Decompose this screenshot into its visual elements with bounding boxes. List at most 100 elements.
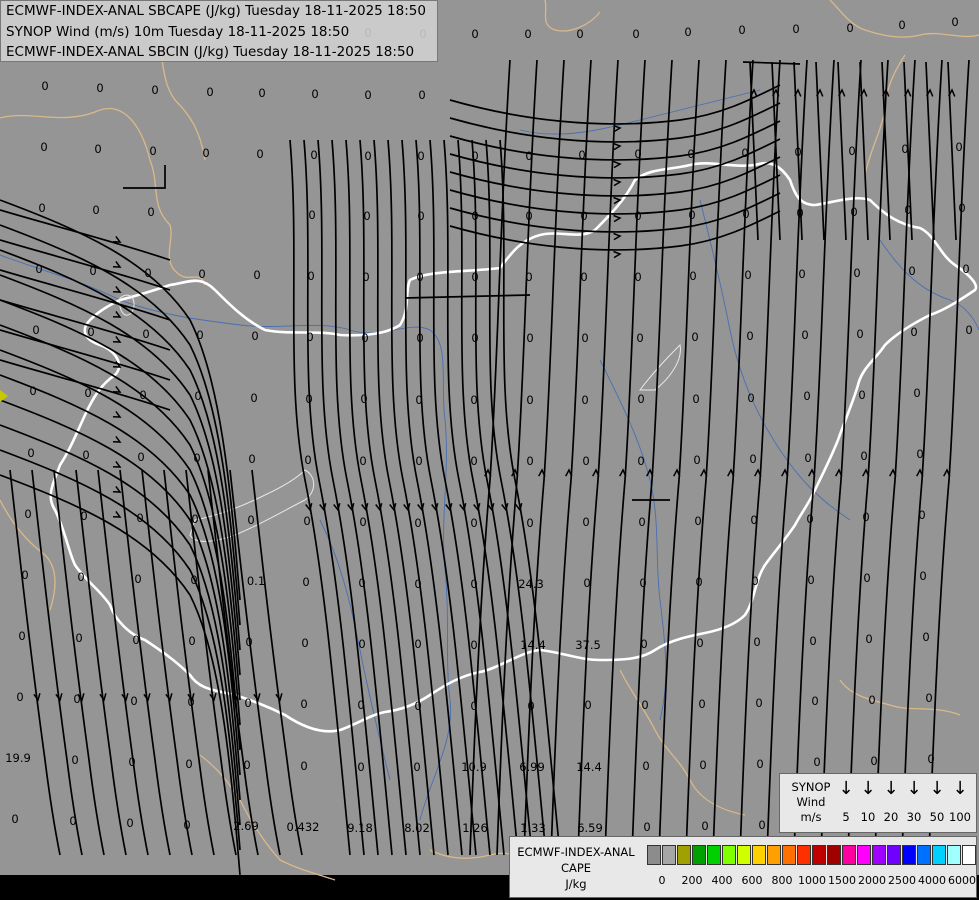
- station-value: 0: [92, 203, 99, 217]
- station-value: 0: [362, 270, 369, 284]
- station-value: 0: [415, 393, 422, 407]
- station-value: 0: [206, 85, 213, 99]
- station-value: 0: [758, 818, 765, 832]
- station-value: 0: [144, 266, 151, 280]
- station-value: 0: [525, 149, 532, 163]
- station-value: 0: [191, 512, 198, 526]
- station-value: 0: [73, 692, 80, 706]
- station-value: 0: [361, 331, 368, 345]
- station-value: 0: [581, 393, 588, 407]
- station-value: 0: [300, 759, 307, 773]
- wind-arrow-icon: ↓: [838, 778, 854, 799]
- station-value: 0: [363, 209, 370, 223]
- station-value: 0: [307, 269, 314, 283]
- station-value: 8.02: [404, 821, 430, 835]
- cape-color-swatch: [962, 845, 976, 865]
- station-value: 0: [640, 637, 647, 651]
- station-value: 0: [751, 574, 758, 588]
- station-value: 0: [638, 515, 645, 529]
- station-value: 0: [962, 262, 969, 276]
- station-value: 0.432: [287, 820, 320, 834]
- station-value: 0: [813, 755, 820, 769]
- station-value: 0: [746, 329, 753, 343]
- station-value: 0: [753, 635, 760, 649]
- station-value: 0: [151, 83, 158, 97]
- map-header: ECMWF-INDEX-ANAL SBCAPE (J/kg) Tuesday 1…: [0, 0, 438, 62]
- cape-color-swatch: [872, 845, 886, 865]
- cape-color-swatch: [707, 845, 721, 865]
- wind-arrow-icon: ↓: [860, 778, 876, 799]
- cape-tick-label: 400: [711, 874, 733, 887]
- header-cape-title: ECMWF-INDEX-ANAL SBCAPE (J/kg) Tuesday 1…: [6, 3, 426, 19]
- station-value: 0: [910, 325, 917, 339]
- station-value: 0: [696, 636, 703, 650]
- station-value: 1.26: [462, 821, 488, 835]
- station-value: 0: [196, 328, 203, 342]
- station-value: 0: [919, 569, 926, 583]
- station-value: 0: [75, 631, 82, 645]
- station-value: 0: [244, 696, 251, 710]
- cape-tick-label: 1000: [798, 874, 826, 887]
- station-value: 0: [742, 207, 749, 221]
- cape-tick-label: 6000: [948, 874, 976, 887]
- station-value: 0: [471, 27, 478, 41]
- wind-arrow-icon: ↓: [929, 778, 945, 799]
- station-value: 0: [850, 205, 857, 219]
- cape-color-swatch: [752, 845, 766, 865]
- station-value: 0: [126, 816, 133, 830]
- station-value: 0: [749, 452, 756, 466]
- station-value: 0: [417, 149, 424, 163]
- station-value: 0: [860, 449, 867, 463]
- station-value: 0: [202, 146, 209, 160]
- station-value: 0: [471, 149, 478, 163]
- station-value: 0: [526, 331, 533, 345]
- station-value: 0: [922, 630, 929, 644]
- station-value: 0: [527, 699, 534, 713]
- station-value: 0: [848, 144, 855, 158]
- station-value: 0: [304, 453, 311, 467]
- station-value: 0: [632, 27, 639, 41]
- station-value: 0: [247, 513, 254, 527]
- cape-color-swatch: [857, 845, 871, 865]
- station-value: 0: [253, 268, 260, 282]
- station-value: 0.1: [247, 574, 265, 588]
- station-value: 0: [853, 266, 860, 280]
- station-value: 0: [750, 513, 757, 527]
- station-value: 0: [904, 203, 911, 217]
- station-value: 0: [18, 629, 25, 643]
- cape-tick-label: 4000: [918, 874, 946, 887]
- synop-legend-unit: m/s: [800, 810, 822, 824]
- cape-color-swatch: [692, 845, 706, 865]
- station-value: 0: [801, 328, 808, 342]
- station-value: 0: [637, 454, 644, 468]
- station-value: 0: [643, 820, 650, 834]
- station-value: 0: [94, 142, 101, 156]
- station-value: 0: [688, 208, 695, 222]
- station-value: 0: [794, 145, 801, 159]
- station-value: 1.33: [520, 821, 546, 835]
- synop-legend-title: SYNOP: [791, 780, 831, 794]
- station-value: 0: [898, 18, 905, 32]
- station-value: 0: [87, 325, 94, 339]
- station-value: 0: [747, 391, 754, 405]
- station-value: 0: [305, 392, 312, 406]
- station-value: 0: [637, 392, 644, 406]
- station-value: 0: [364, 88, 371, 102]
- station-value: 0: [308, 208, 315, 222]
- station-value: 0: [863, 571, 870, 585]
- station-value: 0: [526, 454, 533, 468]
- station-value: 0: [470, 577, 477, 591]
- station-value: 0: [358, 576, 365, 590]
- station-value: 0: [870, 754, 877, 768]
- cape-color-swatch: [812, 845, 826, 865]
- station-value: 0: [35, 262, 42, 276]
- station-value: 0: [693, 453, 700, 467]
- station-value: 0: [11, 812, 18, 826]
- station-value: 0: [470, 516, 477, 530]
- station-value: 0: [21, 568, 28, 582]
- station-value: 0: [256, 147, 263, 161]
- station-value: 0: [301, 636, 308, 650]
- station-value: 0: [901, 142, 908, 156]
- station-value: 0: [807, 573, 814, 587]
- station-value: 0: [32, 323, 39, 337]
